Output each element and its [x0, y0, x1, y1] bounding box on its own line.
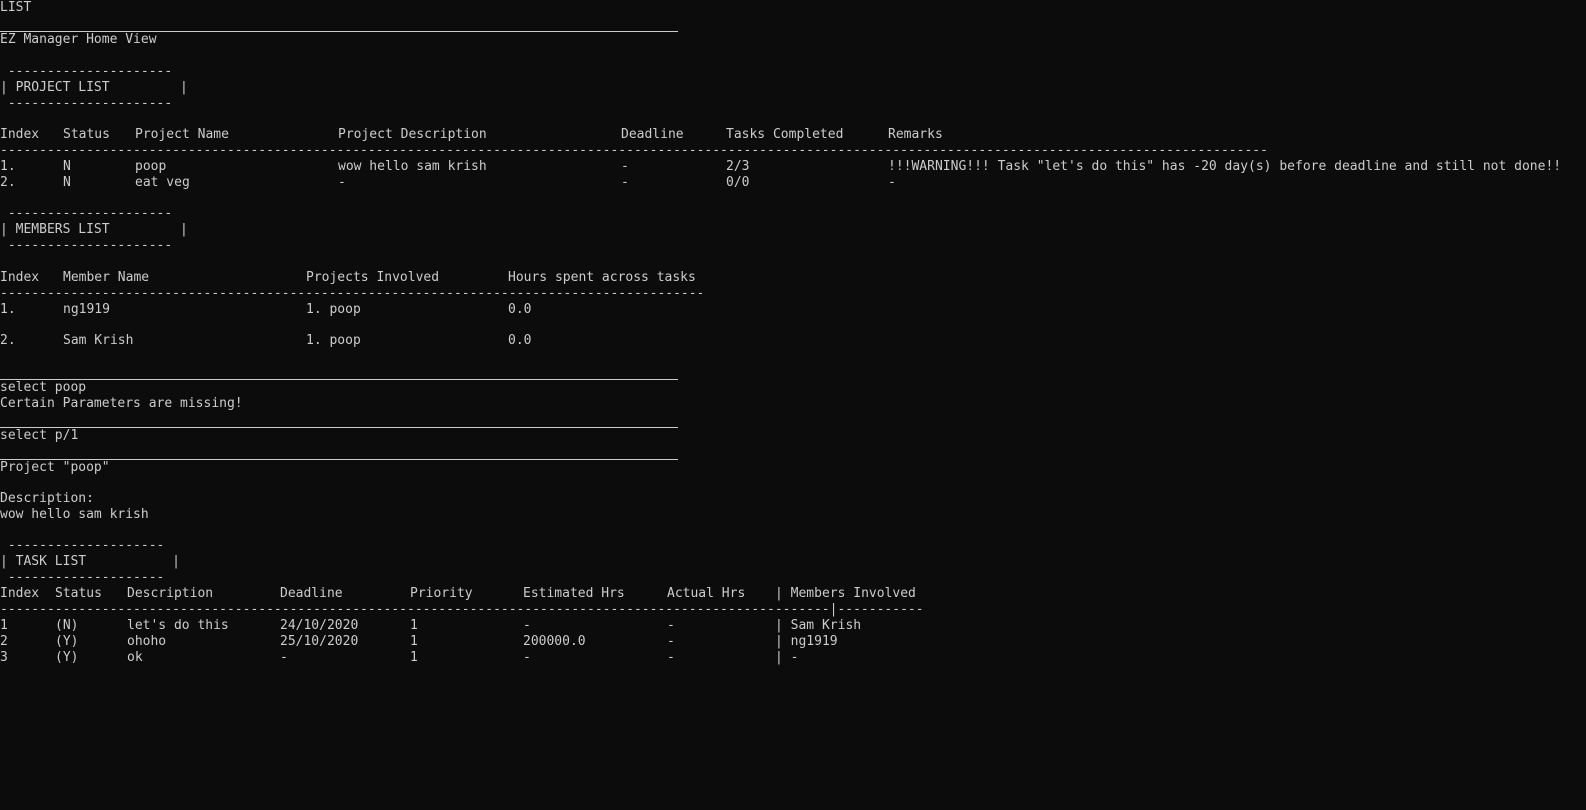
row-status: (Y) — [55, 650, 79, 665]
row-deadline: 25/10/2020 — [280, 634, 359, 649]
task-box-top: -------------------- — [0, 538, 165, 553]
row-members-involved: | Sam Krish — [775, 618, 862, 633]
row-actual-hrs: - — [667, 650, 675, 665]
row-estimated-hrs: - — [523, 650, 531, 665]
row-members-involved: | - — [775, 650, 799, 665]
header-index: Index — [0, 270, 40, 285]
home-view-title: EZ Manager Home View — [0, 32, 157, 47]
command-select-p1: select p/1 — [0, 428, 79, 443]
row-project-name: poop — [135, 159, 167, 174]
header-status: Status — [55, 586, 102, 601]
project-box-top: --------------------- — [0, 64, 173, 79]
header-index: Index — [0, 586, 40, 601]
project-table-header: Index Status Project Name Project Descri… — [0, 127, 1586, 143]
description-label: Description: — [0, 491, 94, 506]
table-row: 3 (Y) ok - 1 - - | - — [0, 650, 1000, 666]
table-row: 1. ng1919 1. poop 0.0 — [0, 302, 900, 318]
header-status: Status — [63, 127, 110, 142]
row-remarks: - — [888, 175, 896, 190]
terminal-window: LIST EZ Manager Home View --------------… — [0, 0, 1586, 722]
task-list-heading: | TASK LIST | — [0, 554, 181, 569]
header-member-name: Member Name — [63, 270, 150, 285]
header-tasks-completed: Tasks Completed — [726, 127, 844, 142]
row-tasks-completed: 2/3 — [726, 159, 750, 174]
row-actual-hrs: - — [667, 618, 675, 633]
header-deadline: Deadline — [280, 586, 343, 601]
separator-rule — [0, 427, 678, 428]
header-description: Description — [127, 586, 214, 601]
header-deadline: Deadline — [621, 127, 684, 142]
header-remarks: Remarks — [888, 127, 943, 142]
header-estimated-hrs: Estimated Hrs — [523, 586, 625, 601]
row-index: 1. — [0, 302, 16, 317]
row-deadline: 24/10/2020 — [280, 618, 359, 633]
row-index: 2 — [0, 634, 8, 649]
row-hours-spent: 0.0 — [508, 302, 532, 317]
header-projects-involved: Projects Involved — [306, 270, 440, 285]
table-row: 1 (N) let's do this 24/10/2020 1 - - | S… — [0, 618, 1000, 634]
members-table-divider: ----------------------------------------… — [0, 286, 702, 301]
row-project-description: - — [338, 175, 346, 190]
header-project-description: Project Description — [338, 127, 487, 142]
row-index: 2. — [0, 333, 16, 348]
project-list-heading: | PROJECT LIST | — [0, 80, 188, 95]
row-description: ok — [127, 650, 143, 665]
row-index: 1. — [0, 159, 16, 174]
row-remarks: !!!WARNING!!! Task "let's do this" has -… — [888, 159, 1562, 174]
header-hours-spent: Hours spent across tasks — [508, 270, 696, 285]
project-table-divider: ----------------------------------------… — [0, 143, 1268, 158]
header-actual-hrs: Actual Hrs — [667, 586, 746, 601]
task-box-bottom: -------------------- — [0, 570, 165, 585]
members-box-bottom: --------------------- — [0, 238, 173, 253]
row-deadline: - — [621, 175, 629, 190]
row-members-involved: | ng1919 — [775, 634, 838, 649]
table-row: 2 (Y) ohoho 25/10/2020 1 200000.0 - | ng… — [0, 634, 1000, 650]
row-tasks-completed: 0/0 — [726, 175, 750, 190]
header-members-involved: | Members Involved — [775, 586, 916, 601]
row-index: 3 — [0, 650, 8, 665]
row-index: 2. — [0, 175, 16, 190]
table-row: 2. N eat veg - - 0/0 - — [0, 175, 1586, 191]
members-box-top: --------------------- — [0, 206, 173, 221]
row-deadline: - — [280, 650, 288, 665]
error-message: Certain Parameters are missing! — [0, 396, 243, 411]
header-priority: Priority — [410, 586, 473, 601]
table-row: 1. N poop wow hello sam krish - 2/3 !!!W… — [0, 159, 1586, 175]
row-actual-hrs: - — [667, 634, 675, 649]
row-estimated-hrs: - — [523, 618, 531, 633]
row-status: (Y) — [55, 634, 79, 649]
command-list: LIST — [0, 0, 32, 15]
task-table-divider: ----------------------------------------… — [0, 602, 924, 617]
row-description: ohoho — [127, 634, 167, 649]
row-member-name: Sam Krish — [63, 333, 134, 348]
command-select-poop: select poop — [0, 380, 87, 395]
row-projects-involved: 1. poop — [306, 302, 361, 317]
row-estimated-hrs: 200000.0 — [523, 634, 586, 649]
row-member-name: ng1919 — [63, 302, 110, 317]
row-hours-spent: 0.0 — [508, 333, 532, 348]
table-row: 2. Sam Krish 1. poop 0.0 — [0, 333, 900, 349]
row-status: (N) — [55, 618, 79, 633]
row-projects-involved: 1. poop — [306, 333, 361, 348]
header-index: Index — [0, 127, 40, 142]
task-table-header: Index Status Description Deadline Priori… — [0, 586, 1000, 602]
row-project-description: wow hello sam krish — [338, 159, 487, 174]
separator-rule — [0, 379, 678, 380]
row-index: 1 — [0, 618, 8, 633]
row-status: N — [63, 175, 71, 190]
members-list-heading: | MEMBERS LIST | — [0, 222, 188, 237]
row-deadline: - — [621, 159, 629, 174]
row-description: let's do this — [127, 618, 229, 633]
project-heading: Project "poop" — [0, 460, 110, 475]
header-project-name: Project Name — [135, 127, 229, 142]
row-priority: 1 — [410, 618, 418, 633]
description-text: wow hello sam krish — [0, 507, 149, 522]
row-priority: 1 — [410, 634, 418, 649]
members-table-header: Index Member Name Projects Involved Hour… — [0, 270, 900, 286]
row-status: N — [63, 159, 71, 174]
row-project-name: eat veg — [135, 175, 190, 190]
row-priority: 1 — [410, 650, 418, 665]
project-box-bottom: --------------------- — [0, 96, 173, 111]
